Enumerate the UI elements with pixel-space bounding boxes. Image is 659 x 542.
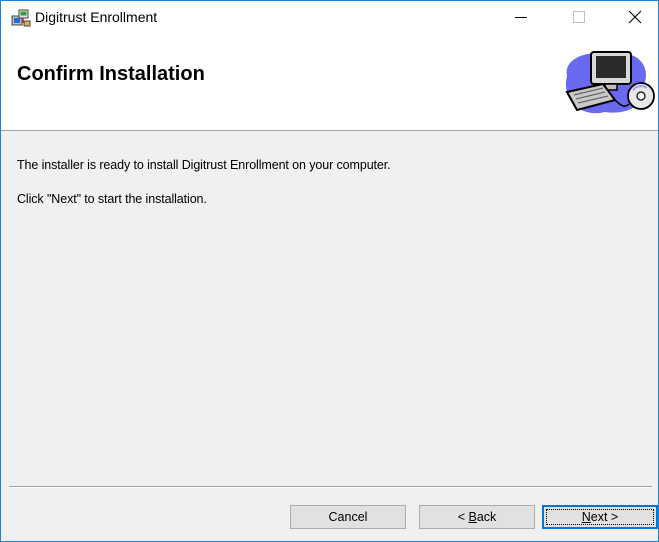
content-area: The installer is ready to install Digitr… bbox=[1, 131, 658, 484]
computer-setup-graphic bbox=[565, 51, 655, 114]
back-button-label: < Back bbox=[458, 510, 497, 524]
header-banner: Confirm Installation bbox=[1, 32, 658, 131]
cancel-button-label: Cancel bbox=[328, 510, 368, 524]
instruction-message: Click "Next" to start the installation. bbox=[17, 192, 207, 206]
back-button[interactable]: < Back bbox=[419, 505, 535, 529]
ready-message: The installer is ready to install Digitr… bbox=[17, 158, 391, 172]
back-prefix: < bbox=[457, 510, 469, 524]
next-button-label: Next > bbox=[582, 510, 618, 524]
minimize-button[interactable] bbox=[498, 1, 544, 32]
back-mnemonic: B bbox=[468, 510, 477, 524]
installer-window: Digitrust Enrollment Confirm Installatio… bbox=[0, 0, 659, 542]
minimize-icon bbox=[515, 16, 527, 18]
maximize-icon bbox=[573, 10, 585, 23]
next-rest: ext > bbox=[590, 510, 619, 524]
close-icon bbox=[628, 10, 642, 23]
back-rest: ack bbox=[476, 510, 497, 524]
next-button[interactable]: Next > bbox=[542, 505, 658, 529]
next-mnemonic: N bbox=[581, 510, 591, 524]
maximize-button[interactable] bbox=[556, 1, 602, 32]
cancel-button[interactable]: Cancel bbox=[290, 505, 406, 529]
title-bar[interactable]: Digitrust Enrollment bbox=[1, 1, 658, 32]
window-title: Digitrust Enrollment bbox=[35, 9, 158, 25]
installer-package-icon bbox=[11, 9, 31, 27]
close-button[interactable] bbox=[612, 1, 658, 32]
page-title: Confirm Installation bbox=[17, 63, 205, 85]
footer-divider bbox=[9, 486, 652, 488]
